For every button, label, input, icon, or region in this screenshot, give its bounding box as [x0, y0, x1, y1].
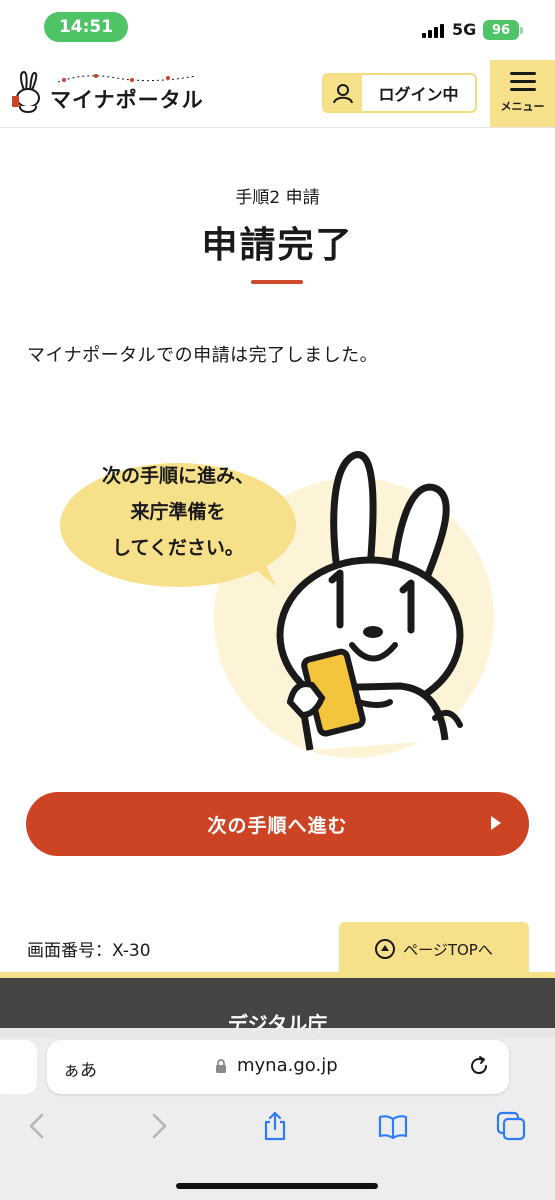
- reload-icon[interactable]: [467, 1054, 491, 1078]
- login-status-button[interactable]: ログイン中: [322, 73, 477, 113]
- bookmarks-icon[interactable]: [377, 1110, 409, 1142]
- speech-bubble-line: 来庁準備を: [130, 501, 226, 523]
- speech-bubble-text: 次の手順に進み、 来庁準備を してください。: [62, 458, 294, 566]
- text-size-button[interactable]: ぁあ: [63, 1056, 97, 1081]
- previous-tab-preview[interactable]: [0, 1040, 37, 1094]
- forward-icon[interactable]: [142, 1110, 174, 1142]
- next-step-label: 次の手順へ進む: [207, 814, 348, 837]
- menu-button[interactable]: メニュー: [490, 60, 555, 127]
- logo-dots-icon: [57, 74, 197, 83]
- speech-bubble-line: 次の手順に進み、: [101, 465, 254, 487]
- mynaportal-logo-icon[interactable]: [10, 70, 46, 118]
- speech-bubble-line: してください。: [112, 537, 244, 559]
- menu-label: メニュー: [500, 100, 545, 113]
- page-top-button[interactable]: ページTOPへ: [339, 922, 529, 976]
- title-underline: [251, 280, 303, 284]
- user-icon: [324, 75, 362, 111]
- home-indicator: [176, 1183, 378, 1189]
- url-text[interactable]: myna.go.jp: [237, 1055, 338, 1076]
- page-top-label: ページTOPへ: [403, 940, 493, 959]
- page-title: 申請完了: [201, 225, 354, 266]
- site-header: マイナポータル ログイン中 メニュー: [0, 60, 555, 128]
- logo-text[interactable]: マイナポータル: [50, 84, 204, 114]
- arrow-up-circle-icon: [375, 939, 396, 959]
- screen-id: 画面番号：X-30: [27, 941, 151, 961]
- back-icon[interactable]: [22, 1110, 54, 1142]
- hamburger-icon: [509, 72, 536, 75]
- tabs-icon[interactable]: [495, 1110, 527, 1142]
- network-type: 5G: [452, 20, 477, 39]
- address-bar[interactable]: ぁあ myna.go.jp: [47, 1040, 509, 1094]
- step-label: 手順2 申請: [235, 188, 320, 208]
- hamburger-icon-bar: [509, 80, 536, 83]
- arrow-right-icon: [491, 816, 501, 830]
- next-step-button[interactable]: 次の手順へ進む: [26, 792, 529, 856]
- battery-icon: 96: [483, 20, 523, 40]
- lock-icon: [216, 1059, 226, 1073]
- login-status-label: ログイン中: [378, 85, 459, 104]
- share-icon[interactable]: [259, 1110, 291, 1142]
- hamburger-icon-bar: [509, 88, 536, 91]
- status-bar: 14:51 5G 96: [0, 0, 555, 56]
- signal-icon: [422, 24, 444, 38]
- completion-message: マイナポータルでの申請は完了しました。: [27, 345, 379, 366]
- status-time: 14:51: [44, 12, 128, 42]
